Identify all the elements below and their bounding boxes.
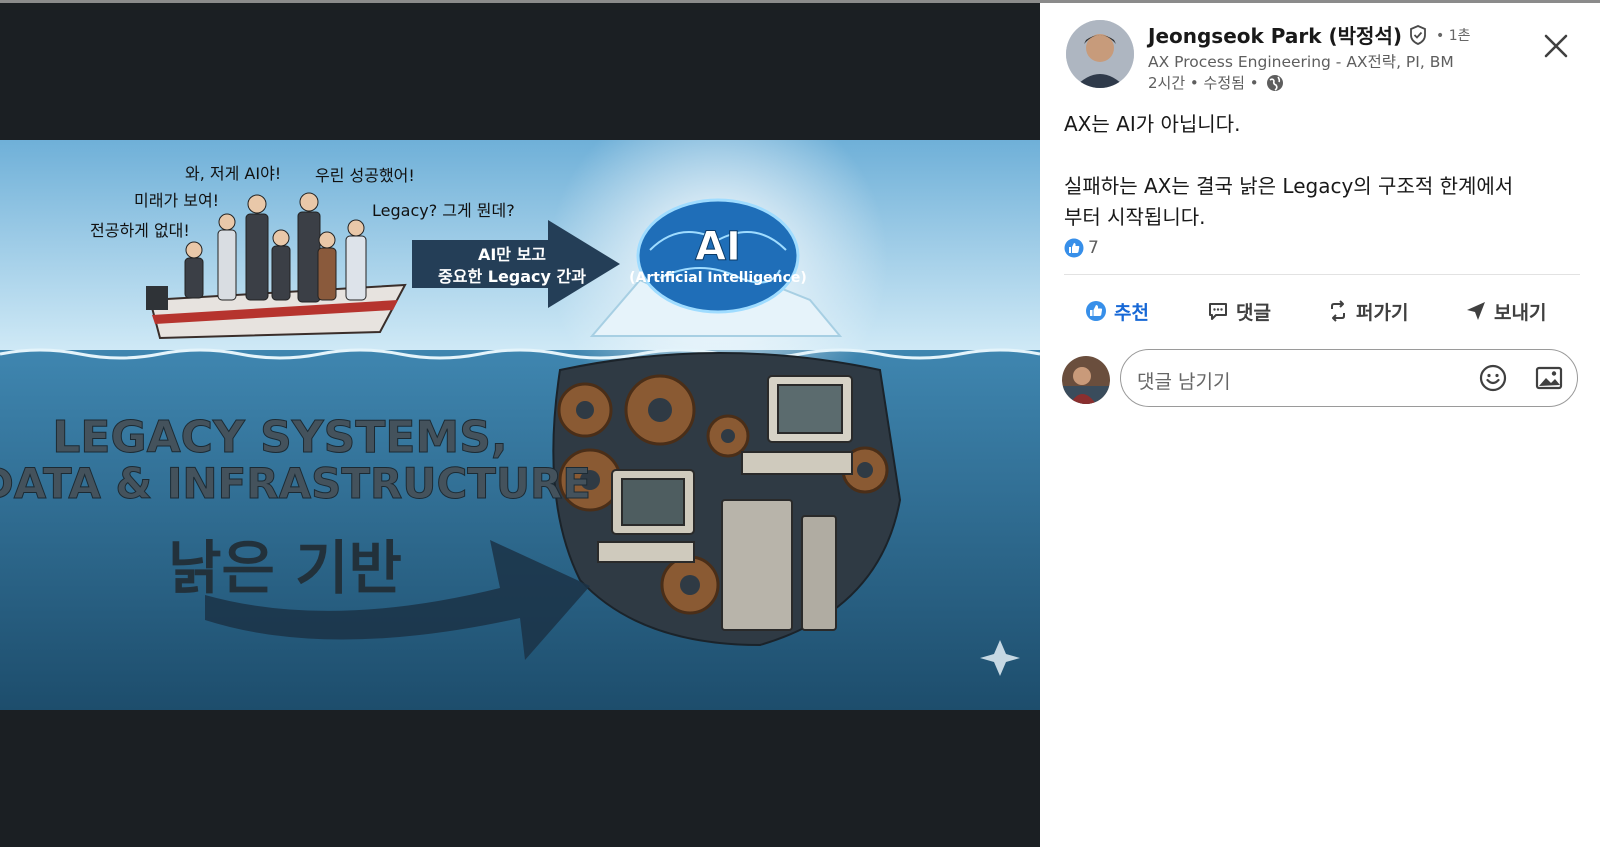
- post-meta: 2시간 • 수정됨 •: [1148, 72, 1285, 93]
- comment-placeholder: 댓글 남기기: [1137, 371, 1231, 393]
- repost-button[interactable]: 퍼가기: [1326, 288, 1408, 334]
- globe-icon: [1266, 74, 1283, 91]
- arrow-text-2: 중요한 Legacy 간과: [438, 267, 586, 286]
- social-action-bar: 추천 댓글 퍼가기 보내기: [1064, 288, 1580, 334]
- post-text-line-2: 실패하는 AX는 결국 낡은 Legacy의 구조적 한계에서: [1064, 174, 1514, 198]
- post-image[interactable]: 와, 저게 AI야! 우린 성공했어! 미래가 보여! 전공하게 없대! Leg…: [0, 140, 1040, 710]
- post-text-line-3: 부터 시작됩니다.: [1064, 205, 1206, 229]
- headline-line-2: DATA & INFRASTRUCTURE: [0, 459, 591, 508]
- commenter-avatar[interactable]: [1062, 356, 1110, 404]
- like-button[interactable]: 추천: [1084, 288, 1149, 334]
- korean-tagline: 낡은 기반: [168, 534, 402, 602]
- callout-text: 와, 저게 AI야!: [185, 164, 281, 183]
- brain-title: AI: [695, 224, 741, 270]
- connection-degree: • 1촌: [1436, 27, 1471, 44]
- close-icon: [1544, 34, 1568, 58]
- post-time: 2시간 • 수정됨 •: [1148, 74, 1259, 92]
- send-icon: [1467, 302, 1485, 320]
- media-pane: 와, 저게 AI야! 우린 성공했어! 미래가 보여! 전공하게 없대! Leg…: [0, 3, 1040, 847]
- arrow-text-1: AI만 보고: [478, 245, 546, 264]
- post-viewer-modal: 와, 저게 AI야! 우린 성공했어! 미래가 보여! 전공하게 없대! Leg…: [0, 3, 1600, 847]
- reaction-count: 7: [1088, 238, 1099, 258]
- comment-label: 댓글: [1236, 301, 1271, 324]
- repost-icon: [1331, 300, 1345, 322]
- image-icon[interactable]: [1534, 363, 1564, 393]
- comment-input[interactable]: 댓글 남기기: [1120, 349, 1578, 407]
- close-button[interactable]: [1538, 28, 1574, 64]
- thumbs-up-icon: [1086, 301, 1106, 321]
- like-label: 추천: [1114, 301, 1149, 324]
- like-reaction-icon: [1064, 238, 1084, 258]
- send-label: 보내기: [1494, 301, 1547, 324]
- author-avatar[interactable]: [1066, 20, 1134, 88]
- divider: [1064, 274, 1580, 275]
- callout-text: 전공하게 없대!: [90, 221, 190, 240]
- author-name[interactable]: Jeongseok Park (박정석): [1148, 20, 1402, 49]
- brain-subtitle: (Artificial Intelligence): [629, 270, 807, 286]
- comment-icon: [1209, 303, 1227, 320]
- headline-line-1: LEGACY SYSTEMS,: [52, 412, 507, 463]
- author-line: Jeongseok Park (박정석) • 1촌: [1148, 20, 1471, 49]
- callout-text: 우린 성공했어!: [315, 166, 415, 185]
- callout-text: 미래가 보여!: [134, 191, 219, 210]
- verified-icon: [1410, 24, 1426, 45]
- send-button[interactable]: 보내기: [1464, 288, 1546, 334]
- emoji-icon[interactable]: [1478, 363, 1508, 393]
- comment-button[interactable]: 댓글: [1206, 288, 1271, 334]
- repost-label: 퍼가기: [1356, 301, 1409, 324]
- callout-text: Legacy? 그게 뭔데?: [372, 201, 515, 220]
- reaction-summary[interactable]: 7: [1064, 238, 1099, 258]
- post-text-line-1: AX는 AI가 아닙니다.: [1064, 112, 1241, 136]
- author-headline: AX Process Engineering - AX전략, PI, BM: [1148, 53, 1454, 71]
